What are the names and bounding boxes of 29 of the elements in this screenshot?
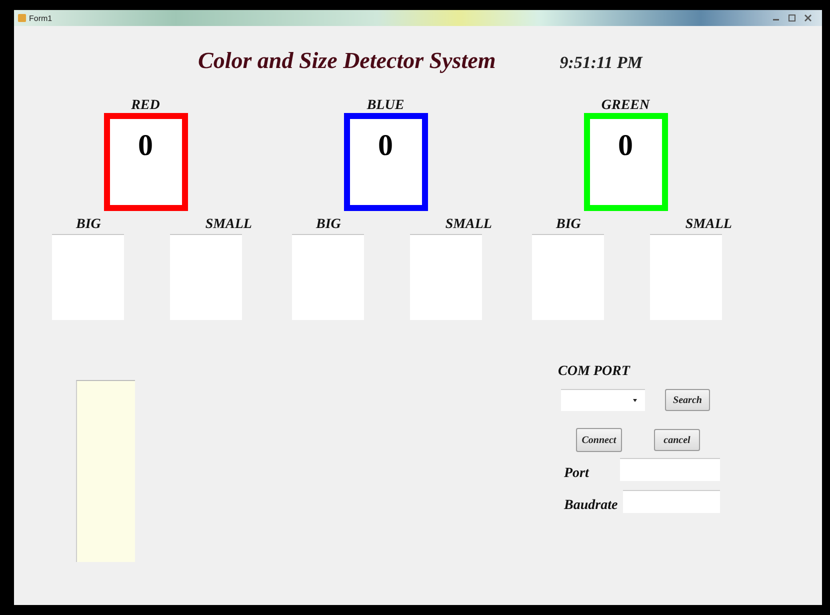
clock-time: 9:51:11 PM bbox=[560, 53, 642, 73]
com-port-dropdown[interactable] bbox=[561, 389, 645, 411]
big-label: BIG bbox=[74, 217, 102, 233]
search-button[interactable]: Search bbox=[665, 389, 710, 411]
list-box[interactable] bbox=[76, 380, 135, 562]
color-label: RED bbox=[131, 98, 160, 114]
big-label: BIG bbox=[314, 217, 342, 233]
small-label: SMALL bbox=[444, 217, 492, 233]
small-label: SMALL bbox=[204, 217, 252, 233]
baudrate-label: Baudrate bbox=[564, 498, 619, 514]
color-label: BLUE bbox=[366, 98, 404, 114]
count-value: 0 bbox=[618, 129, 633, 164]
color-label: GREEN bbox=[601, 98, 650, 114]
window-title: Form1 bbox=[29, 14, 52, 22]
baudrate-field[interactable] bbox=[623, 490, 720, 512]
app-title: Color and Size Detector System bbox=[198, 48, 496, 74]
connect-button[interactable]: Connect bbox=[576, 428, 622, 452]
com-port-label: COM PORT bbox=[558, 364, 632, 380]
count-value: 0 bbox=[378, 129, 393, 164]
count-value: 0 bbox=[138, 129, 153, 164]
cancel-button[interactable]: cancel bbox=[654, 429, 700, 451]
maximize-icon[interactable] bbox=[788, 14, 796, 22]
small-label: SMALL bbox=[684, 217, 732, 233]
caret-icon bbox=[633, 399, 637, 402]
close-icon[interactable] bbox=[804, 14, 812, 22]
port-field[interactable] bbox=[620, 458, 720, 480]
big-label: BIG bbox=[554, 217, 582, 233]
port-label: Port bbox=[564, 466, 590, 482]
app-icon bbox=[18, 14, 26, 22]
